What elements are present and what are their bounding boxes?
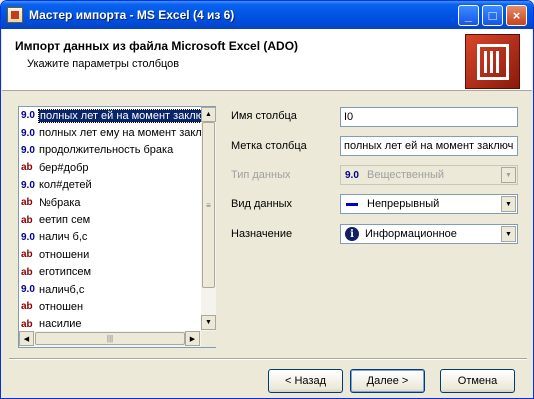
list-item[interactable]: 9.0 налич б,с [19,229,201,246]
wizard-logo-icon [465,34,520,89]
vertical-scrollbar[interactable]: ▲ ≡ ▼ [201,107,216,331]
scroll-left-button[interactable]: ◀ [19,331,34,346]
data-type-label: Тип данных [231,169,291,181]
columns-list-items: 9.0 полных лет ей на момент заклю 9.0 полны… [19,107,201,331]
text-type-icon: ab [21,266,33,278]
text-type-icon: ab [21,301,33,313]
purpose-value: Информационное [365,228,457,240]
column-mark-label: Метка столбца [231,140,307,152]
import-wizard-window: Мастер импорта - MS Excel (4 из 6) _ □ ×… [0,0,534,399]
data-kind-select[interactable]: Непрерывный ▼ [340,194,518,214]
list-item-label: еготипсем [39,266,92,279]
column-name-input[interactable]: I0 [340,107,518,127]
close-button[interactable]: × [506,5,527,26]
list-item-label: кол#детей [39,179,92,192]
numeric-type-icon: 9.0 [21,179,35,191]
list-item[interactable]: ab №брака [19,194,201,211]
next-button[interactable]: Далее > [350,369,425,393]
numeric-type-icon: 9.0 [21,144,35,156]
list-item[interactable]: ab насилие [19,316,201,331]
text-type-icon: ab [21,214,33,226]
footer-divider [9,358,527,360]
numeric-type-icon: 9.0 [345,169,359,181]
list-item-label: бер#добр [39,161,89,174]
maximize-button[interactable]: □ [482,5,503,26]
list-item[interactable]: 9.0 полных лет ей на момент заклю [19,107,201,124]
info-icon: i [345,227,359,241]
data-type-select: 9.0 Вещественный ▼ [340,165,518,185]
list-item-label: отношен [39,300,84,313]
minimize-button[interactable]: _ [458,5,479,26]
list-item-label: налич б,с [39,231,88,244]
wizard-header: Импорт данных из файла Microsoft Excel (… [2,29,532,91]
purpose-label: Назначение [231,228,293,240]
list-item[interactable]: ab еготипсем [19,264,201,281]
numeric-type-icon: 9.0 [21,110,35,122]
list-item[interactable]: 9.0 полных лет ему на момент закл [19,124,201,141]
column-mark-input[interactable]: полных лет ей на момент заключ [340,136,518,156]
scroll-right-button[interactable]: ▶ [185,331,200,346]
vertical-scroll-thumb[interactable]: ≡ [202,122,215,288]
horizontal-scroll-thumb[interactable]: ||| [35,332,185,345]
scrollbar-corner [201,331,216,347]
scroll-up-button[interactable]: ▲ [201,107,216,122]
list-item-label: еетип сем [39,214,91,227]
list-item[interactable]: 9.0 наличб,с [19,281,201,298]
column-name-label: Имя столбца [231,110,297,122]
scroll-down-button[interactable]: ▼ [201,315,216,330]
list-item[interactable]: 9.0 продолжительность брака [19,142,201,159]
numeric-type-icon: 9.0 [21,127,35,139]
list-item[interactable]: ab бер#добр [19,159,201,176]
list-item-label: отношени [39,248,90,261]
title-bar[interactable]: Мастер импорта - MS Excel (4 из 6) _ □ × [1,1,533,29]
data-type-value: Вещественный [367,169,445,181]
list-item-label: полных лет ему на момент закл [39,127,201,140]
text-type-icon: ab [21,162,33,174]
list-item-label: наличб,с [39,283,85,296]
continuous-line-icon [346,202,358,206]
chevron-down-icon[interactable]: ▼ [501,226,516,242]
horizontal-scrollbar[interactable]: ◀ ||| ▶ [19,331,201,347]
window-title: Мастер импорта - MS Excel (4 из 6) [29,8,235,22]
list-item[interactable]: ab отношени [19,246,201,263]
text-type-icon: ab [21,318,33,330]
purpose-select[interactable]: i Информационное ▼ [340,224,518,244]
back-button[interactable]: < Назад [268,369,343,393]
data-kind-value: Непрерывный [367,198,440,210]
list-item-label: №брака [39,196,81,209]
text-type-icon: ab [21,249,33,261]
numeric-type-icon: 9.0 [21,231,35,243]
numeric-type-icon: 9.0 [21,284,35,296]
list-item[interactable]: ab еетип сем [19,211,201,228]
list-item-label: насилие [39,318,82,331]
text-type-icon: ab [21,197,33,209]
chevron-down-icon: ▼ [501,167,516,183]
data-kind-label: Вид данных [231,198,293,210]
header-title: Импорт данных из файла Microsoft Excel (… [15,39,299,53]
header-subtitle: Укажите параметры столбцов [27,58,180,70]
cancel-button[interactable]: Отмена [440,369,515,393]
list-item[interactable]: ab отношен [19,298,201,315]
columns-list[interactable]: 9.0 полных лет ей на момент заклю 9.0 полны… [18,106,216,348]
list-item-label: продолжительность брака [39,144,174,157]
list-item[interactable]: 9.0 кол#детей [19,177,201,194]
list-item-label: полных лет ей на момент заклю [38,108,201,123]
app-icon [7,7,23,23]
chevron-down-icon[interactable]: ▼ [501,196,516,212]
